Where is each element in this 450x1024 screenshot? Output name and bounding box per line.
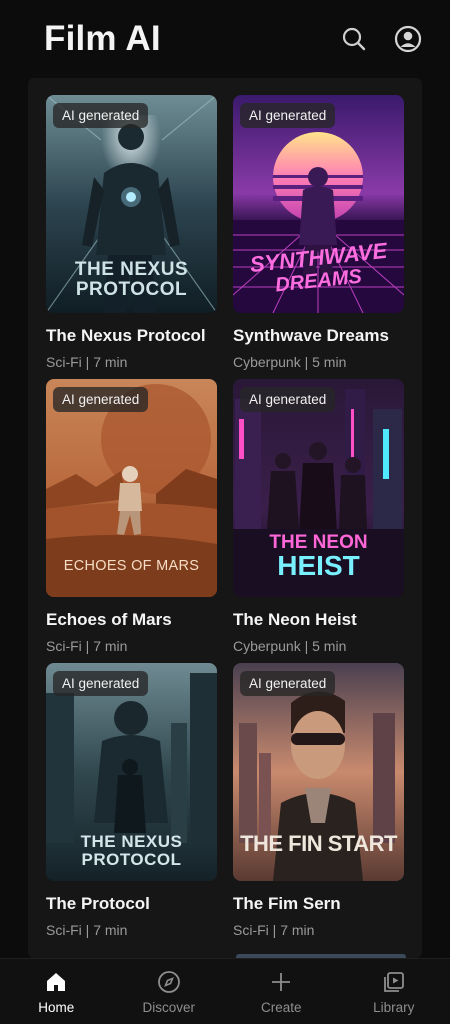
home-icon (47, 973, 66, 991)
app-root: Film AI AI generated THE NEXUS PROTOCOL … (0, 0, 450, 1024)
poster-title-line-2: HEIST (277, 550, 360, 581)
ai-generated-badge: AI generated (240, 387, 336, 412)
film-title: The Fim Sern (233, 894, 341, 913)
nav-library[interactable]: Library (338, 959, 450, 1024)
film-poster: AI generated SYNTHWAVE DREAMS (233, 95, 404, 313)
nav-label: Discover (142, 1000, 195, 1015)
poster-title-line-1: THE NEXUS (74, 259, 189, 280)
ai-generated-badge: AI generated (240, 103, 336, 128)
film-grid-panel: AI generated THE NEXUS PROTOCOL The Nexu… (28, 78, 422, 958)
film-title: The Protocol (46, 894, 150, 913)
plus-icon (272, 973, 291, 991)
film-grid: AI generated THE NEXUS PROTOCOL The Nexu… (46, 95, 404, 947)
nav-home[interactable]: Home (0, 959, 113, 1024)
compass-icon (157, 971, 180, 993)
header-actions (338, 23, 424, 55)
film-meta: Sci-Fi | 7 min (233, 922, 315, 938)
nav-label: Library (373, 1000, 415, 1015)
film-card[interactable]: AI generated ECHOES OF MARS Echoes of Ma… (46, 379, 217, 663)
film-meta: Sci-Fi | 7 min (46, 922, 128, 938)
film-card[interactable]: AI generated THE NEXUS PROTOCOL The Prot… (46, 663, 217, 947)
film-card[interactable]: AI generated SYNTHWAVE DREAMS Synthwave … (233, 95, 404, 379)
poster-title-line-1: ECHOES OF MARS (63, 558, 200, 574)
ai-generated-badge: AI generated (53, 387, 149, 412)
film-poster: AI generated THE FIN START (233, 663, 404, 881)
film-poster: AI generated THE NEXUS PROTOCOL (46, 663, 217, 881)
user-circle-icon[interactable] (392, 23, 424, 55)
film-meta: Cyberpunk | 5 min (233, 638, 347, 654)
ai-generated-badge: AI generated (53, 103, 149, 128)
top-bar: Film AI (0, 0, 450, 78)
film-poster: AI generated THE NEON HEIST (233, 379, 404, 597)
film-poster: AI generated THE NEXUS PROTOCOL (46, 95, 217, 313)
nav-label: Home (38, 1000, 75, 1015)
film-card[interactable]: AI generated THE NEXUS PROTOCOL The Nexu… (46, 95, 217, 379)
film-meta: Sci-Fi | 7 min (46, 638, 128, 654)
nav-label: Create (260, 1000, 302, 1015)
film-title: The Neon Heist (233, 610, 357, 629)
ai-generated-badge: AI generated (240, 671, 336, 696)
poster-title-line-1: THE NEXUS (80, 832, 183, 851)
bottom-nav: Home Discover Create Library (0, 958, 450, 1024)
nav-discover[interactable]: Discover (113, 959, 226, 1024)
ai-generated-badge: AI generated (53, 671, 149, 696)
film-title: The Nexus Protocol (46, 326, 206, 345)
film-card[interactable]: AI generated THE NEON HEIST The Neon Hei… (233, 379, 404, 663)
app-title: Film AI (44, 19, 161, 58)
library-icon (383, 972, 404, 992)
poster-title-line-1: THE FIN START (240, 831, 397, 856)
poster-title-line-2: PROTOCOL (81, 850, 182, 869)
film-title: Synthwave Dreams (233, 326, 389, 345)
film-meta: Sci-Fi | 7 min (46, 354, 128, 370)
nav-create[interactable]: Create (225, 959, 338, 1024)
film-poster: AI generated ECHOES OF MARS (46, 379, 217, 597)
film-title: Echoes of Mars (46, 610, 172, 629)
film-meta: Cyberpunk | 5 min (233, 354, 347, 370)
poster-title-line-2: PROTOCOL (75, 279, 188, 300)
search-icon[interactable] (338, 23, 370, 55)
film-card[interactable]: AI generated THE FIN START The Fim Sern … (233, 663, 404, 947)
